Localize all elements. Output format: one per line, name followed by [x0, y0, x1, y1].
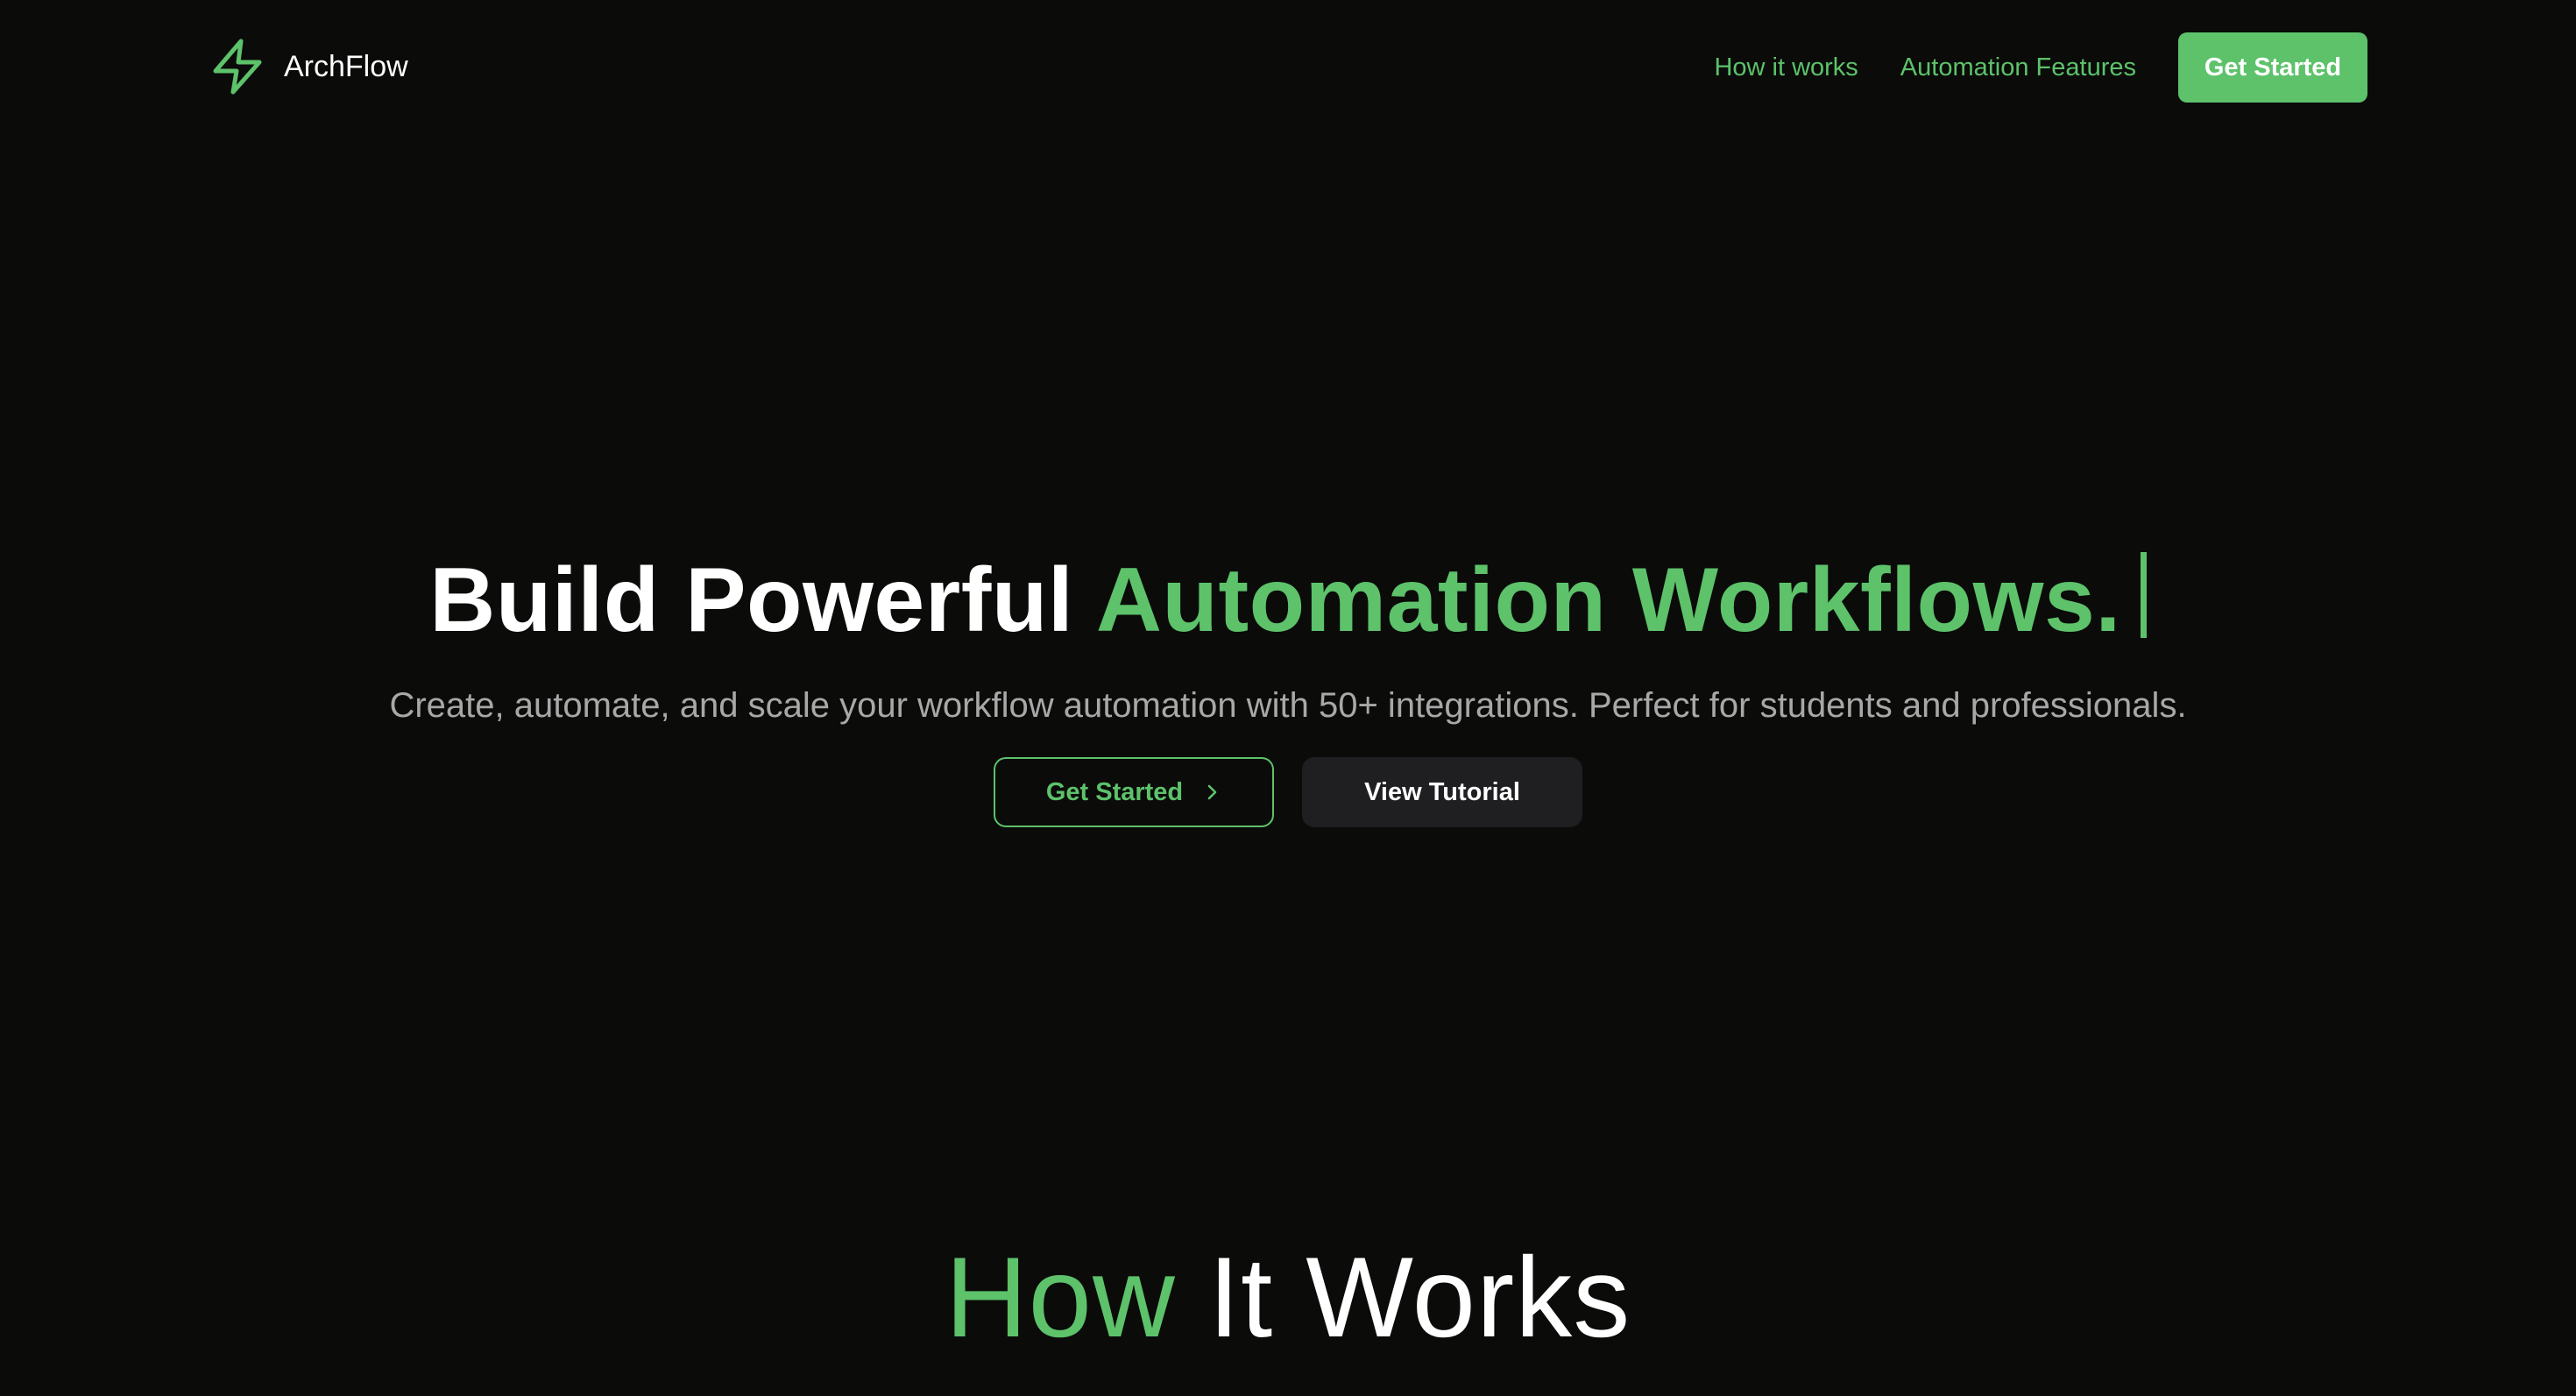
hero-title-part2: Automation Workflows.	[1095, 549, 2121, 651]
how-it-works-title-part1: How	[945, 1233, 1176, 1361]
brand-logo-link[interactable]: ArchFlow	[210, 35, 408, 98]
chevron-right-icon	[1207, 784, 1217, 800]
nav-links: How it works Automation Features Get Sta…	[1714, 32, 2367, 103]
nav-link-automation-features[interactable]: Automation Features	[1900, 53, 2136, 82]
nav-get-started-button[interactable]: Get Started	[2178, 32, 2367, 103]
hero-get-started-label: Get Started	[1045, 777, 1184, 806]
how-it-works-title-part2: It Works	[1207, 1233, 1631, 1361]
view-tutorial-button[interactable]: View Tutorial	[1302, 757, 1582, 827]
navbar: ArchFlow How it works Automation Feature…	[0, 0, 2576, 135]
hero-title: Build Powerful Automation Workflows.	[0, 543, 2576, 657]
hero-buttons: Get Started View Tutorial	[994, 757, 1582, 827]
how-it-works-title: How It Works	[0, 1227, 2576, 1367]
hero-get-started-button[interactable]: Get Started	[994, 757, 1274, 827]
hero-title-part1: Build Powerful	[429, 549, 1074, 651]
nav-link-how-it-works[interactable]: How it works	[1714, 53, 1858, 82]
brand-name: ArchFlow	[284, 49, 408, 83]
hero-subtitle: Create, automate, and scale your workflo…	[389, 686, 2187, 725]
lightning-bolt-icon	[213, 39, 262, 95]
typing-cursor	[2140, 552, 2147, 638]
